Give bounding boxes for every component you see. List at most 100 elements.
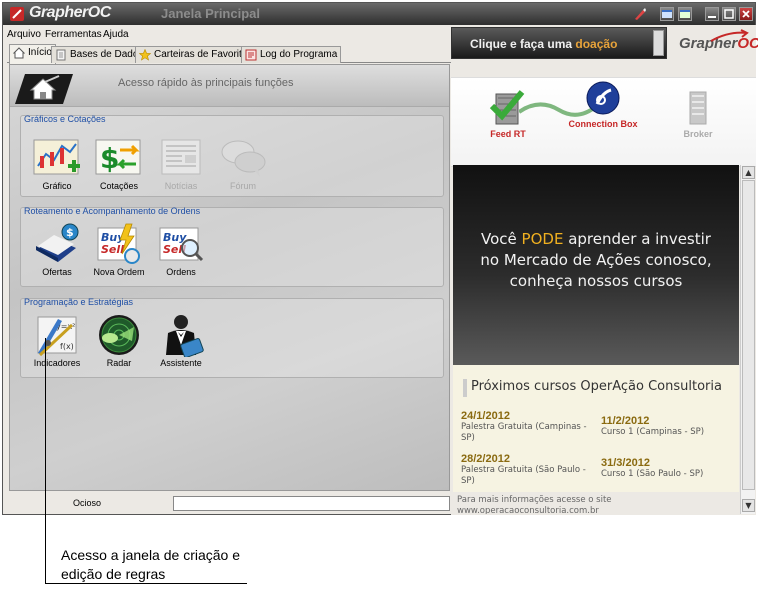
pen-tool-icon[interactable]: [633, 7, 647, 21]
broker-icon: [689, 91, 707, 125]
group-title: Roteamento e Acompanhamento de Ordens: [24, 206, 201, 216]
connection-label: Feed RT: [490, 129, 526, 139]
banner-text: Você PODE aprender a investir no Mercado…: [453, 229, 739, 292]
indicadores-button[interactable]: y=x² f(x) Indicadores: [27, 313, 87, 368]
group-title: Gráficos e Cotações: [24, 114, 106, 124]
svg-text:$: $: [66, 226, 74, 239]
course-date: 11/2/2012: [601, 415, 650, 427]
item-label: Nova Ordem: [93, 267, 145, 277]
connection-box-status[interactable]: Connection Box: [568, 80, 638, 129]
banner-line2: no Mercado de Ações conosco,: [480, 251, 712, 269]
group-title: Programação e Estratégias: [24, 297, 134, 307]
tab-label: Início: [28, 47, 52, 58]
annotation-line1: Acesso a janela de criação e: [61, 547, 240, 563]
ordens-button[interactable]: Buy Sell Ordens: [151, 222, 211, 277]
scroll-down-button[interactable]: ▼: [742, 499, 755, 512]
ofertas-button[interactable]: $ Ofertas: [27, 222, 87, 277]
item-label: Fórum: [229, 181, 256, 191]
layout-a-icon[interactable]: [660, 7, 674, 21]
donation-banner[interactable]: Clique e faça uma doação: [451, 27, 667, 59]
menu-ferramentas[interactable]: Ferramentas: [45, 29, 102, 40]
chart-icon: [33, 139, 80, 175]
layout-b-icon[interactable]: [678, 7, 692, 21]
quick-access-panel: Acesso rápido às principais funções Gráf…: [9, 64, 450, 491]
offers-icon: $: [36, 223, 79, 262]
log-icon: [245, 49, 257, 61]
app-name: GrapherOC: [29, 4, 111, 21]
minimize-button[interactable]: [705, 7, 719, 21]
info-url[interactable]: www.operacaoconsultoria.com.br: [457, 506, 599, 514]
assistente-button[interactable]: Assistente: [151, 313, 211, 368]
close-button[interactable]: [739, 7, 753, 21]
course-desc: Palestra Gratuita (Campinas - SP): [461, 422, 587, 443]
tab-label: Log do Programa: [260, 49, 338, 60]
menu-ajuda[interactable]: Ajuda: [103, 29, 129, 40]
course-item[interactable]: 31/3/2012 Curso 1 (São Paulo - SP): [601, 457, 737, 480]
noticias-button[interactable]: Notícias: [151, 136, 211, 191]
brand-swoosh-icon: [710, 29, 749, 42]
course-desc: Palestra Gratuita (São Paulo - SP): [461, 465, 586, 486]
donation-text-accent: doação: [575, 37, 618, 51]
item-label: Notícias: [164, 181, 198, 191]
orders-icon: Buy Sell: [159, 227, 204, 262]
right-scrollbar[interactable]: ▲ ▼: [740, 165, 755, 514]
donation-scrollbar[interactable]: [653, 30, 664, 56]
tab-carteiras-de-favoritos[interactable]: Carteiras de Favoritos: [135, 46, 257, 63]
item-label: Ofertas: [42, 267, 72, 277]
status-input[interactable]: [173, 496, 450, 511]
cotacoes-button[interactable]: $ Cotações: [89, 136, 149, 191]
connection-label: Broker: [683, 129, 713, 139]
svg-text:$: $: [100, 142, 119, 175]
tab-label: Carteiras de Favoritos: [154, 49, 253, 60]
courses-ad-banner[interactable]: Você PODE aprender a investir no Mercado…: [453, 165, 739, 365]
tab-bases-de-dados[interactable]: Bases de Dados: [51, 46, 148, 63]
item-label: Assistente: [160, 358, 202, 368]
more-info: Para mais informações acesse o site www.…: [453, 492, 739, 514]
main-window: GrapherOC Janela Principal Arquivo Ferra…: [2, 2, 758, 515]
maximize-button[interactable]: [722, 7, 736, 21]
svg-text:Sell: Sell: [101, 243, 124, 256]
database-icon: [56, 49, 66, 61]
course-desc: Curso 1 (Campinas - SP): [601, 427, 705, 437]
scroll-thumb[interactable]: [742, 180, 755, 490]
feed-rt-status[interactable]: Feed RT: [473, 86, 543, 139]
broker-status[interactable]: Broker: [663, 86, 733, 139]
forum-button[interactable]: Fórum: [213, 136, 273, 191]
news-icon: [161, 139, 201, 175]
tab-inicio[interactable]: Início: [9, 44, 56, 64]
donation-text-prefix: Clique e faça uma: [470, 37, 573, 51]
item-label: Radar: [106, 358, 132, 368]
annotation-text: Acesso a janela de criação e edição de r…: [61, 546, 240, 584]
feed-rt-icon: [489, 90, 525, 125]
app-logo-icon: [10, 7, 24, 21]
scroll-up-button[interactable]: ▲: [742, 166, 755, 179]
course-item[interactable]: 11/2/2012 Curso 1 (Campinas - SP): [601, 415, 737, 438]
connection-status-box: Feed RT Connection Box Broker: [451, 77, 756, 167]
annotation-line-vertical: [45, 338, 46, 584]
info-text: Para mais informações acesse o site: [457, 495, 612, 505]
quick-access-header: Acesso rápido às principais funções: [10, 65, 449, 107]
course-desc: Curso 1 (São Paulo - SP): [601, 469, 704, 479]
grafico-button[interactable]: Gráfico: [27, 136, 87, 191]
window-title: Janela Principal: [161, 6, 260, 21]
menu-bar: Arquivo Ferramentas Ajuda: [3, 25, 451, 43]
radar-button[interactable]: Radar: [89, 313, 149, 368]
tab-bar: Início Bases de Dados Carteiras de Favor…: [7, 43, 451, 64]
tab-log-do-programa[interactable]: Log do Programa: [241, 46, 342, 63]
assistant-icon: [166, 315, 204, 357]
course-date: 24/1/2012: [461, 410, 510, 422]
tab-label: Bases de Dados: [70, 49, 144, 60]
group-roteamento-ordens: Roteamento e Acompanhamento de Ordens $ …: [20, 206, 444, 287]
course-item[interactable]: 24/1/2012 Palestra Gratuita (Campinas - …: [461, 410, 597, 444]
indicators-icon: y=x² f(x): [37, 316, 77, 357]
status-text: Ocioso: [73, 498, 102, 508]
course-item[interactable]: 28/2/2012 Palestra Gratuita (São Paulo -…: [461, 453, 597, 487]
svg-text:f(x): f(x): [60, 342, 74, 351]
right-panel: Clique e faça uma doação GrapherOC Feed …: [451, 25, 758, 515]
nova-ordem-button[interactable]: Buy Sell Nova Ordem: [89, 222, 149, 277]
banner-line1-prefix: Você: [481, 230, 517, 248]
group-graficos-cotacoes: Gráficos e Cotações Gráfico $ Cotações N…: [20, 114, 444, 197]
item-label: Gráfico: [42, 181, 72, 191]
star-icon: [139, 49, 151, 61]
menu-arquivo[interactable]: Arquivo: [7, 29, 41, 40]
